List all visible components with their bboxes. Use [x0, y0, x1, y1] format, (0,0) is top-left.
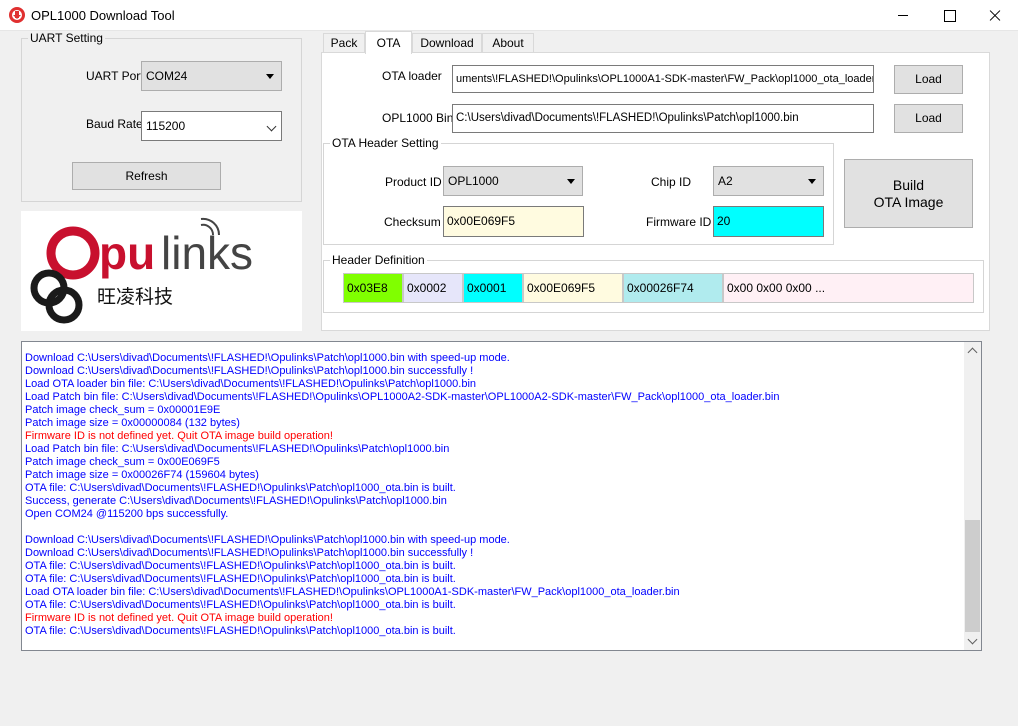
opl1000-bin-label: OPL1000 Bin	[382, 111, 454, 125]
chip-id-label: Chip ID	[651, 175, 692, 189]
opl1000-bin-path-field[interactable]: C:\Users\divad\Documents\!FLASHED!\Opuli…	[452, 104, 874, 133]
log-line: Download C:\Users\divad\Documents\!FLASH…	[25, 547, 474, 559]
log-line: Firmware ID is not defined yet. Quit OTA…	[25, 612, 333, 624]
dropdown-arrow-icon	[567, 179, 575, 184]
product-id-label: Product ID	[385, 175, 442, 189]
load-ota-loader-button[interactable]: Load	[894, 65, 963, 94]
ota-header-setting-title: OTA Header Setting	[330, 136, 441, 150]
svg-text:links: links	[161, 227, 253, 279]
svg-text:pu: pu	[99, 227, 155, 279]
build-label-line2: OTA Image	[873, 194, 944, 210]
build-ota-image-button[interactable]: Build OTA Image	[844, 159, 973, 228]
uart-port-label: UART Port	[86, 69, 144, 83]
product-id-select[interactable]: OPL1000	[443, 166, 583, 196]
baud-rate-label: Baud Rate	[86, 117, 143, 131]
log-scrollbar[interactable]	[964, 342, 981, 650]
maximize-button[interactable]	[926, 0, 972, 31]
header-cell: 0x00 0x00 0x00 ...	[723, 273, 974, 303]
baud-rate-select[interactable]: 115200	[141, 111, 282, 141]
app-download-icon	[9, 7, 25, 23]
build-label-line1: Build	[892, 177, 925, 193]
header-cell: 0x03E8	[343, 273, 403, 303]
log-line: Success, generate C:\Users\divad\Documen…	[25, 495, 447, 507]
log-lines: Download C:\Users\divad\Documents\!FLASH…	[25, 352, 965, 638]
uart-port-value: COM24	[146, 69, 188, 83]
firmware-id-field[interactable]: 20	[713, 206, 824, 237]
tab-download[interactable]: Download	[412, 33, 482, 53]
svg-text:旺凌科技: 旺凌科技	[97, 286, 173, 308]
log-line: Load OTA loader bin file: C:\Users\divad…	[25, 378, 477, 390]
window-title: OPL1000 Download Tool	[31, 8, 175, 23]
log-line: Download C:\Users\divad\Documents\!FLASH…	[25, 352, 510, 364]
chip-id-select[interactable]: A2	[713, 166, 824, 196]
opulinks-logo: pu links 旺凌科技	[21, 211, 302, 331]
header-cell: 0x0002	[403, 273, 463, 303]
scroll-down-icon[interactable]	[964, 633, 981, 650]
tab-ota[interactable]: OTA	[365, 31, 412, 54]
uart-setting-title: UART Setting	[28, 31, 105, 45]
title-bar: OPL1000 Download Tool	[0, 0, 1018, 31]
dropdown-arrow-icon	[808, 179, 816, 184]
scroll-up-icon[interactable]	[964, 342, 981, 359]
firmware-id-label: Firmware ID	[646, 215, 712, 229]
checksum-field[interactable]: 0x00E069F5	[443, 206, 584, 237]
minimize-button[interactable]	[880, 0, 926, 31]
log-line: OTA file: C:\Users\divad\Documents\!FLAS…	[25, 560, 456, 572]
scroll-thumb[interactable]	[965, 520, 980, 632]
log-line: OTA file: C:\Users\divad\Documents\!FLAS…	[25, 482, 456, 494]
product-id-value: OPL1000	[448, 174, 499, 188]
log-line: Patch image size = 0x00000084 (132 bytes…	[25, 417, 240, 429]
header-cell: 0x0001	[463, 273, 523, 303]
header-cell: 0x00026F74	[623, 273, 723, 303]
dropdown-arrow-icon	[266, 74, 274, 79]
log-line: Firmware ID is not defined yet. Quit OTA…	[25, 430, 333, 442]
chevron-down-icon	[266, 121, 277, 132]
log-line: OTA file: C:\Users\divad\Documents\!FLAS…	[25, 599, 456, 611]
refresh-button[interactable]: Refresh	[72, 162, 221, 190]
tab-pack[interactable]: Pack	[323, 33, 365, 53]
ota-loader-path-field[interactable]: uments\!FLASHED!\Opulinks\OPL1000A1-SDK-…	[452, 65, 874, 93]
ota-loader-label: OTA loader	[382, 69, 442, 83]
tab-about[interactable]: About	[482, 33, 534, 53]
log-line: Download C:\Users\divad\Documents\!FLASH…	[25, 534, 510, 546]
chip-id-value: A2	[718, 174, 733, 188]
header-definition-title: Header Definition	[330, 253, 427, 267]
log-line: Load Patch bin file: C:\Users\divad\Docu…	[25, 391, 780, 403]
uart-port-select[interactable]: COM24	[141, 61, 282, 91]
baud-rate-value: 115200	[146, 119, 186, 133]
log-line: OTA file: C:\Users\divad\Documents\!FLAS…	[25, 625, 456, 637]
load-bin-button[interactable]: Load	[894, 104, 963, 133]
log-line: Load Patch bin file: C:\Users\divad\Docu…	[25, 443, 450, 455]
log-line: Download C:\Users\divad\Documents\!FLASH…	[25, 365, 474, 377]
close-button[interactable]	[972, 0, 1018, 31]
checksum-label: Checksum	[384, 215, 441, 229]
log-line: Load OTA loader bin file: C:\Users\divad…	[25, 586, 680, 598]
header-cell: 0x00E069F5	[523, 273, 623, 303]
opulinks-logo-graphic: pu links 旺凌科技	[30, 217, 253, 324]
log-line: OTA file: C:\Users\divad\Documents\!FLAS…	[25, 573, 456, 585]
log-line: Patch image check_sum = 0x00001E9E	[25, 404, 221, 416]
log-line: Patch image check_sum = 0x00E069F5	[25, 456, 220, 468]
log-output[interactable]: Download C:\Users\divad\Documents\!FLASH…	[21, 341, 982, 651]
log-line: Patch image size = 0x00026F74 (159604 by…	[25, 469, 259, 481]
log-line: Open COM24 @115200 bps successfully.	[25, 508, 229, 520]
